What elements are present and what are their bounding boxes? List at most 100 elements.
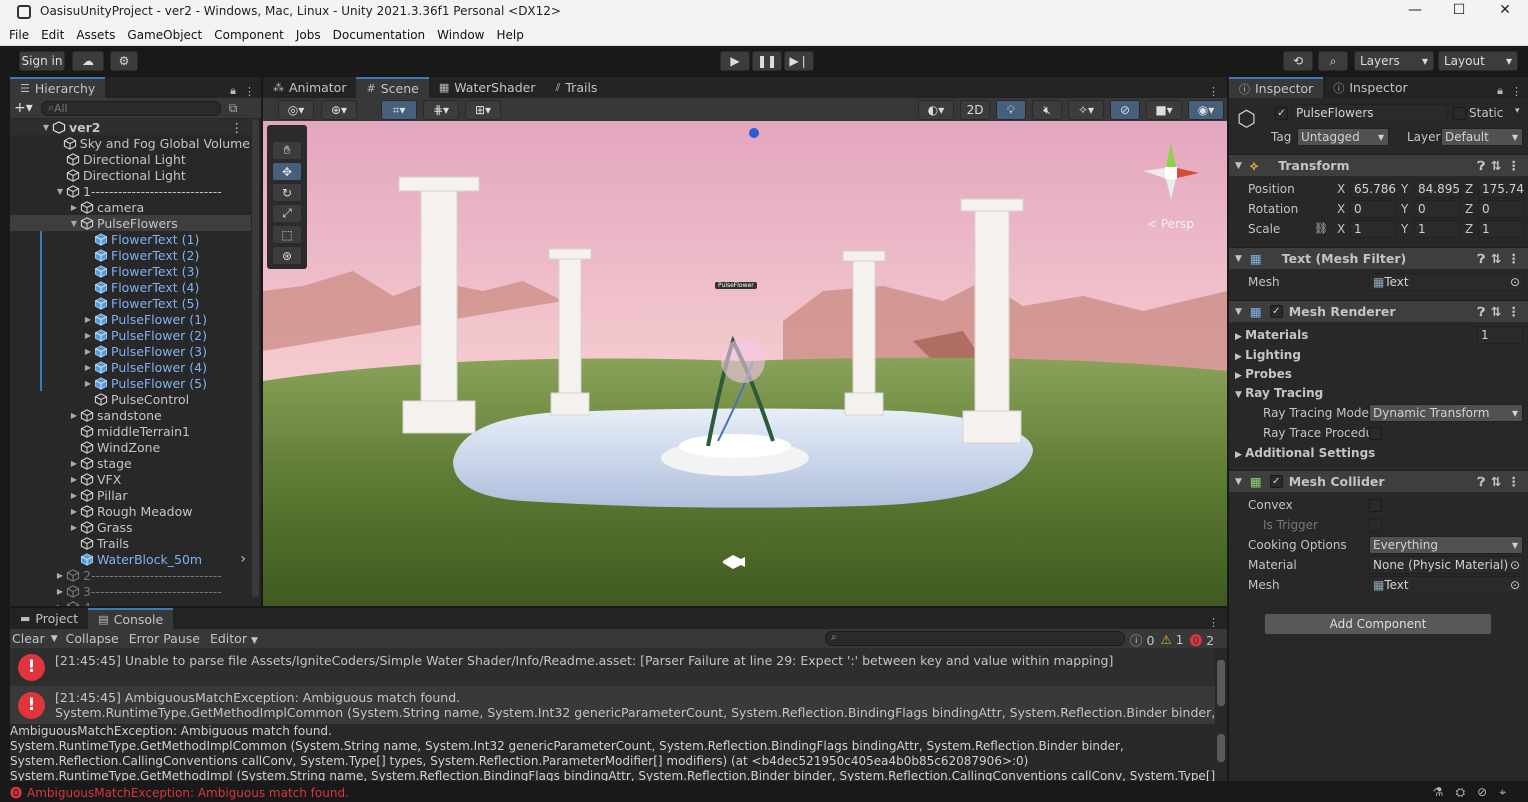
expand-arrow-icon[interactable]: ▼ [40, 123, 52, 132]
menu-help[interactable]: Help [496, 28, 523, 42]
mesh-collider-header[interactable]: ▼ ▦ ✓ Mesh Collider ❓︎ ⇅ ⋮ [1229, 470, 1528, 492]
minimize-button[interactable]: — [1405, 2, 1425, 20]
lighting-toggle-icon[interactable]: 💡︎ [996, 100, 1026, 120]
audio-toggle-icon[interactable]: 🔇︎ [1032, 100, 1062, 120]
editor-dropdown[interactable]: Editor ▼ [210, 631, 258, 646]
hierarchy-row[interactable]: FlowerText (1) [10, 231, 250, 247]
hierarchy-row[interactable]: ▶ PulseFlower (5) [10, 375, 250, 391]
projection-label[interactable]: < Persp [1147, 217, 1194, 231]
hierarchy-row[interactable]: ▶ 4----------------------------- [10, 599, 250, 606]
expand-arrow-icon[interactable]: ▶ [68, 475, 80, 484]
layers-dropdown[interactable]: Layers ▾ [1354, 51, 1434, 71]
kebab-menu-icon[interactable]: ⋮ [1511, 85, 1522, 98]
global-local-icon[interactable]: ⊕▾ [321, 100, 357, 120]
clear-button[interactable]: Clear [12, 631, 45, 646]
tab-scene[interactable]: # Scene [356, 77, 429, 98]
hierarchy-row[interactable]: ▶ Grass [10, 519, 250, 535]
kebab-menu-icon[interactable]: ⋮ [244, 85, 255, 98]
close-button[interactable]: ✕ [1495, 2, 1515, 20]
tab-inspector-2[interactable]: ⓘ Inspector [1323, 77, 1417, 98]
expand-arrow-icon[interactable]: ▶ [82, 363, 94, 372]
menu-gameobject[interactable]: GameObject [127, 28, 202, 42]
hierarchy-row[interactable]: Trails [10, 535, 250, 551]
object-picker-icon[interactable]: ⊙ [1510, 558, 1520, 572]
tab-project[interactable]: ▬ Project [10, 608, 88, 629]
console-log-entry[interactable]: ! [21:45:45] AmbiguousMatchException: Am… [10, 686, 1215, 724]
hierarchy-scrollbar[interactable] [252, 119, 259, 597]
cloud-icon[interactable]: ☁ [72, 51, 104, 71]
help-icon[interactable]: ❓︎ [1478, 474, 1486, 490]
hierarchy-row[interactable]: ▶ VFX [10, 471, 250, 487]
move-tool-icon[interactable]: ✥ [272, 162, 302, 181]
log-list-scrollbar[interactable] [1217, 660, 1225, 706]
maximize-button[interactable]: ☐ [1449, 2, 1469, 20]
hierarchy-row[interactable]: FlowerText (2) [10, 247, 250, 263]
enabled-checkbox[interactable]: ✓ [1269, 305, 1283, 318]
hierarchy-row[interactable]: ▶ 3----------------------------- [10, 583, 250, 599]
console-search-input[interactable]: ⌕ [825, 631, 1125, 646]
warning-filter-toggle[interactable]: ⚠ 1 [1160, 632, 1183, 647]
scale-z-field[interactable]: 1 [1478, 220, 1524, 238]
expand-arrow-icon[interactable]: ▶ [68, 459, 80, 468]
ray-trace-procedural-checkbox[interactable] [1369, 427, 1382, 440]
pos-y-field[interactable]: 84.895 [1414, 180, 1460, 198]
expand-arrow-icon[interactable]: ▶ [82, 331, 94, 340]
additional-settings-foldout[interactable]: ▶ Additional Settings [1235, 446, 1375, 460]
hierarchy-row[interactable]: middleTerrain1 [10, 423, 250, 439]
scene-root-row[interactable]: ▼ ver2 ⋮ [10, 119, 251, 135]
hierarchy-row[interactable]: ▶ Pillar [10, 487, 250, 503]
ray-tracing-mode-dropdown[interactable]: Dynamic Transform ▾ [1369, 404, 1523, 422]
hierarchy-row[interactable]: Sky and Fog Global Volume [10, 135, 250, 151]
hierarchy-row[interactable]: Directional Light [10, 151, 250, 167]
step-button[interactable]: ▶❘ [784, 51, 814, 71]
expand-arrow-icon[interactable]: ▶ [54, 571, 66, 580]
tab-watershader[interactable]: ▦ WaterShader [429, 77, 546, 98]
expand-arrow-icon[interactable]: ▶ [82, 315, 94, 324]
presets-icon[interactable]: ⇅ [1491, 474, 1501, 489]
error-filter-toggle[interactable]: ⓿ 2 [1190, 630, 1214, 649]
enabled-checkbox[interactable]: ✓ [1269, 475, 1283, 488]
hierarchy-row[interactable]: ▶ PulseFlower (4) [10, 359, 250, 375]
convex-checkbox[interactable] [1369, 499, 1382, 512]
transform-header[interactable]: ▼ ⟡ Transform ❓︎ ⇅ ⋮ [1229, 154, 1528, 176]
hierarchy-row[interactable]: FlowerText (4) [10, 279, 250, 295]
hierarchy-row[interactable]: ▶ 2----------------------------- [10, 567, 250, 583]
object-name-field[interactable]: PulseFlowers [1292, 104, 1447, 122]
menu-window[interactable]: Window [437, 28, 484, 42]
hierarchy-row[interactable]: WaterBlock_50m › [10, 551, 250, 567]
kebab-menu-icon[interactable]: ⋮ [1508, 474, 1521, 489]
add-plus-icon[interactable]: +▾ [14, 100, 33, 116]
hierarchy-row[interactable]: PulseControl [10, 391, 250, 407]
hierarchy-row[interactable]: Directional Light [10, 167, 250, 183]
kebab-menu-icon[interactable]: ⋮ [1208, 85, 1219, 98]
menu-edit[interactable]: Edit [41, 28, 64, 42]
materials-count-field[interactable]: 1 [1477, 326, 1523, 344]
menu-file[interactable]: File [9, 28, 29, 42]
expand-arrow-icon[interactable]: ▶ [68, 523, 80, 532]
tag-dropdown[interactable]: Untagged ▾ [1297, 128, 1389, 146]
rot-x-field[interactable]: 0 [1350, 200, 1396, 218]
mesh-filter-header[interactable]: ▼ ▦ Text (Mesh Filter) ❓︎ ⇅ ⋮ [1229, 247, 1528, 269]
expand-arrow-icon[interactable]: ▶ [82, 379, 94, 388]
expand-arrow-icon[interactable]: ▶ [68, 411, 80, 420]
search-icon[interactable]: ⌕ [1318, 51, 1348, 71]
hierarchy-row[interactable]: FlowerText (5) [10, 295, 250, 311]
chevron-right-icon[interactable]: › [240, 551, 246, 567]
expand-arrow-icon[interactable]: ▶ [68, 203, 80, 212]
lock-icon[interactable]: 🔒︎ [230, 84, 236, 98]
history-icon[interactable]: ⟲ [1283, 51, 1313, 71]
rot-y-field[interactable]: 0 [1414, 200, 1460, 218]
kebab-menu-icon[interactable]: ⋮ [1508, 158, 1521, 173]
menu-jobs[interactable]: Jobs [296, 28, 321, 42]
material-object-field[interactable]: None (Physic Material) ⊙ [1369, 556, 1524, 574]
expand-arrow-icon[interactable]: ▼ [54, 187, 66, 196]
cache-icon[interactable]: ⊘ [1477, 785, 1499, 799]
collider-mesh-object-field[interactable]: ▦ Text ⊙ [1369, 576, 1524, 594]
materials-foldout[interactable]: ▶ Materials [1235, 328, 1308, 342]
pause-button[interactable]: ❚❚ [752, 51, 782, 71]
scale-tool-icon[interactable]: ⤢ [272, 204, 302, 223]
menu-component[interactable]: Component [214, 28, 284, 42]
mesh-object-field[interactable]: ▦ Text ⊙ [1369, 273, 1524, 291]
presets-icon[interactable]: ⇅ [1491, 158, 1501, 173]
pos-x-field[interactable]: 65.786 [1350, 180, 1396, 198]
